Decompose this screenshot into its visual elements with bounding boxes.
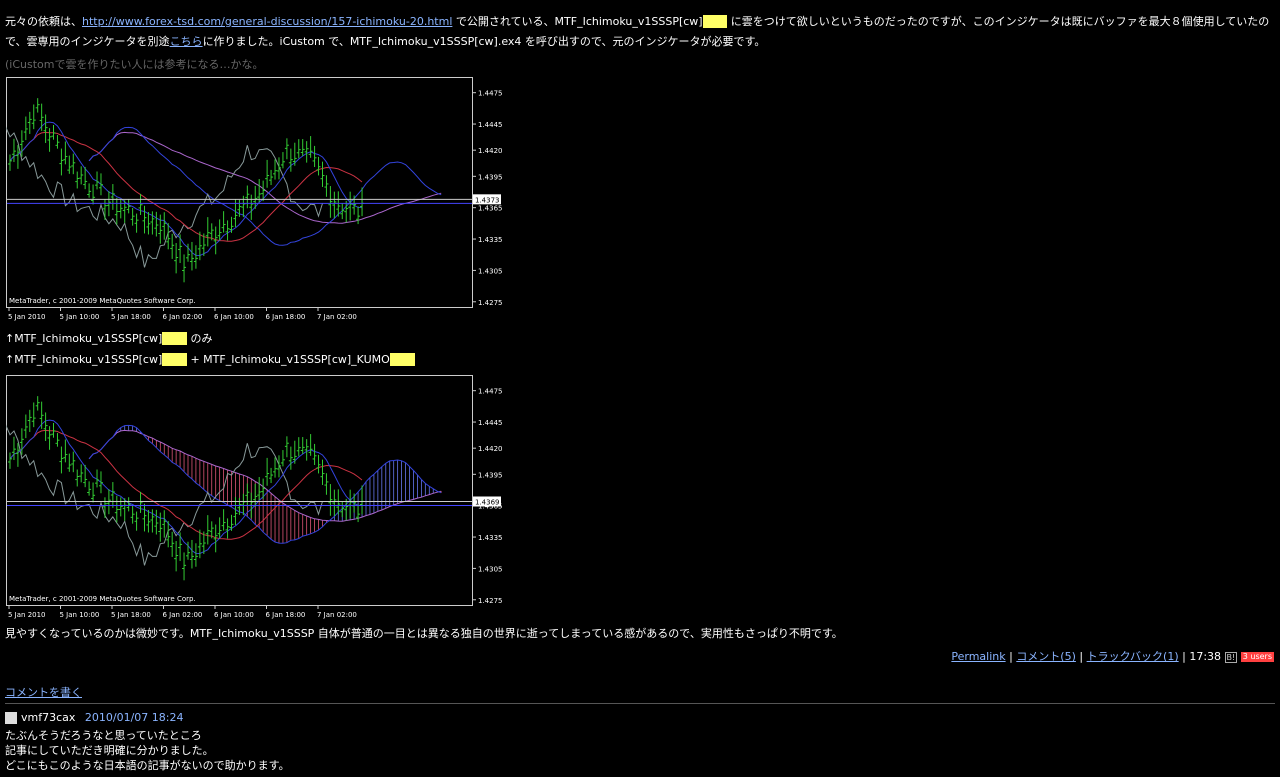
comment-date: 2010/01/07 18:24	[84, 711, 184, 724]
caption-1-suffix: のみ	[186, 332, 213, 345]
caption-1-highlight: mq4	[162, 332, 187, 345]
note-text: (iCustomで雲を作りたい人には参考になる…かな。	[5, 58, 264, 71]
y-tick-label: 1.4445	[478, 121, 502, 129]
caption-2-mid: + MTF_Ichimoku_v1SSSP[cw]_KUMO	[186, 353, 390, 366]
intro-text-4: に作りました。iCustom で、MTF_Ichimoku_v1SSSP[cw]…	[202, 35, 766, 48]
x-tick-label: 5 Jan 2010	[8, 313, 46, 321]
x-tick-label: 6 Jan 10:00	[214, 611, 254, 619]
write-comment-link[interactable]: コメントを書く	[5, 684, 82, 700]
y-tick-label: 1.4365	[478, 205, 502, 213]
y-tick-label: 1.4395	[478, 173, 502, 181]
comment-body: たぶんそうだろうなと思っていたところ 記事にしていただき明確に分かりました。 ど…	[5, 728, 290, 773]
kochira-link[interactable]: こちら	[170, 35, 203, 48]
x-tick-label: 6 Jan 10:00	[214, 313, 254, 321]
chart-2-svg: 1.44751.44451.44201.43951.43651.43351.43…	[0, 375, 503, 619]
x-tick-label: 5 Jan 2010	[8, 611, 46, 619]
trackbacks-link[interactable]: トラックバック(1)	[1087, 650, 1179, 663]
watermark: MetaTrader, c 2001-2009 MetaQuotes Softw…	[9, 297, 196, 305]
x-tick-label: 7 Jan 02:00	[317, 611, 357, 619]
caption-2-text: ↑MTF_Ichimoku_v1SSSP[cw]	[5, 353, 163, 366]
highlight-mq4: mq4	[702, 15, 728, 28]
price-label: 1.4373	[475, 196, 500, 204]
comment-author: vmf73cax	[21, 711, 76, 724]
plot-frame	[6, 77, 473, 308]
comment-header: vmf73cax 2010/01/07 18:24	[5, 711, 184, 724]
x-tick-label: 6 Jan 02:00	[163, 313, 203, 321]
y-tick-label: 1.4475	[478, 90, 502, 98]
conclusion-text: 見やすくなっているのかは微妙です。MTF_Ichimoku_v1SSSP 自体が…	[5, 627, 843, 640]
y-tick-label: 1.4395	[478, 471, 502, 479]
x-tick-label: 6 Jan 18:00	[266, 611, 306, 619]
chart-1: 1.4475 1.4445 1.4420 1.4395 1.4365 1.4335 1.43…	[0, 77, 503, 323]
y-tick-label: 1.4275	[478, 597, 502, 605]
post-time: 17:38	[1189, 650, 1222, 663]
y-tick-label: 1.4305	[478, 267, 502, 275]
y-tick-label: 1.4335	[478, 534, 502, 542]
y-tick-label: 1.4445	[478, 419, 502, 427]
avatar	[5, 712, 17, 724]
comment-line-2: 記事にしていただき明確に分かりました。	[5, 744, 214, 757]
caption-2-highlight-2: mq4	[389, 353, 415, 366]
watermark: MetaTrader, c 2001-2009 MetaQuotes Softw…	[9, 595, 196, 603]
x-tick-label: 5 Jan 10:00	[60, 313, 100, 321]
forex-tsd-link[interactable]: http://www.forex-tsd.com/general-discuss…	[82, 15, 452, 28]
entry-footer: Permalink | コメント(5) | トラックバック(1) | 17:38…	[951, 650, 1274, 663]
x-tick-label: 6 Jan 18:00	[266, 313, 306, 321]
y-tick-label: 1.4420	[478, 445, 502, 453]
comments-link[interactable]: コメント(5)	[1016, 650, 1076, 663]
caption-2-highlight: mq4	[162, 353, 187, 366]
x-tick-label: 7 Jan 02:00	[317, 313, 357, 321]
x-tick-label: 6 Jan 02:00	[163, 611, 203, 619]
comment-line-1: たぶんそうだろうなと思っていたところ	[5, 729, 202, 742]
chart-2: 1.4475 1.4445 1.4420 1.4395 1.4365 1.4335 1.43…	[0, 375, 503, 621]
intro-text-2: で公開されている、MTF_Ichimoku_v1SSSP[cw]	[452, 15, 703, 28]
intro-text-1: 元々の依頼は、	[5, 15, 82, 28]
y-tick-label: 1.4275	[478, 299, 502, 307]
permalink-link[interactable]: Permalink	[951, 650, 1005, 663]
y-tick-label: 1.4305	[478, 565, 502, 573]
x-tick-label: 5 Jan 10:00	[60, 611, 100, 619]
caption-1: ↑MTF_Ichimoku_v1SSSP[cw]mq4 のみ	[5, 330, 212, 346]
chart-1-svg: 1.4475 1.4445 1.4420 1.4395 1.4365 1.4335 1.43…	[0, 77, 503, 321]
caption-2: ↑MTF_Ichimoku_v1SSSP[cw]mq4 + MTF_Ichimo…	[5, 353, 415, 366]
x-tick-label: 5 Jan 18:00	[111, 611, 151, 619]
divider	[5, 703, 1275, 704]
y-tick-label: 1.4420	[478, 147, 502, 155]
hatena-bookmark-icon[interactable]: B!	[1224, 651, 1238, 663]
caption-1-text: ↑MTF_Ichimoku_v1SSSP[cw]	[5, 332, 163, 345]
intro-paragraph: 元々の依頼は、http://www.forex-tsd.com/general-…	[5, 12, 1275, 52]
y-tick-label: 1.4335	[478, 236, 502, 244]
price-label: 1.4369	[475, 499, 500, 507]
x-tick-label: 5 Jan 18:00	[111, 313, 151, 321]
bookmark-users-badge[interactable]: 3 users	[1240, 652, 1274, 662]
y-tick-label: 1.4475	[478, 388, 502, 396]
comment-line-3: どこにもこのような日本語の記事がないので助かります。	[5, 759, 290, 772]
